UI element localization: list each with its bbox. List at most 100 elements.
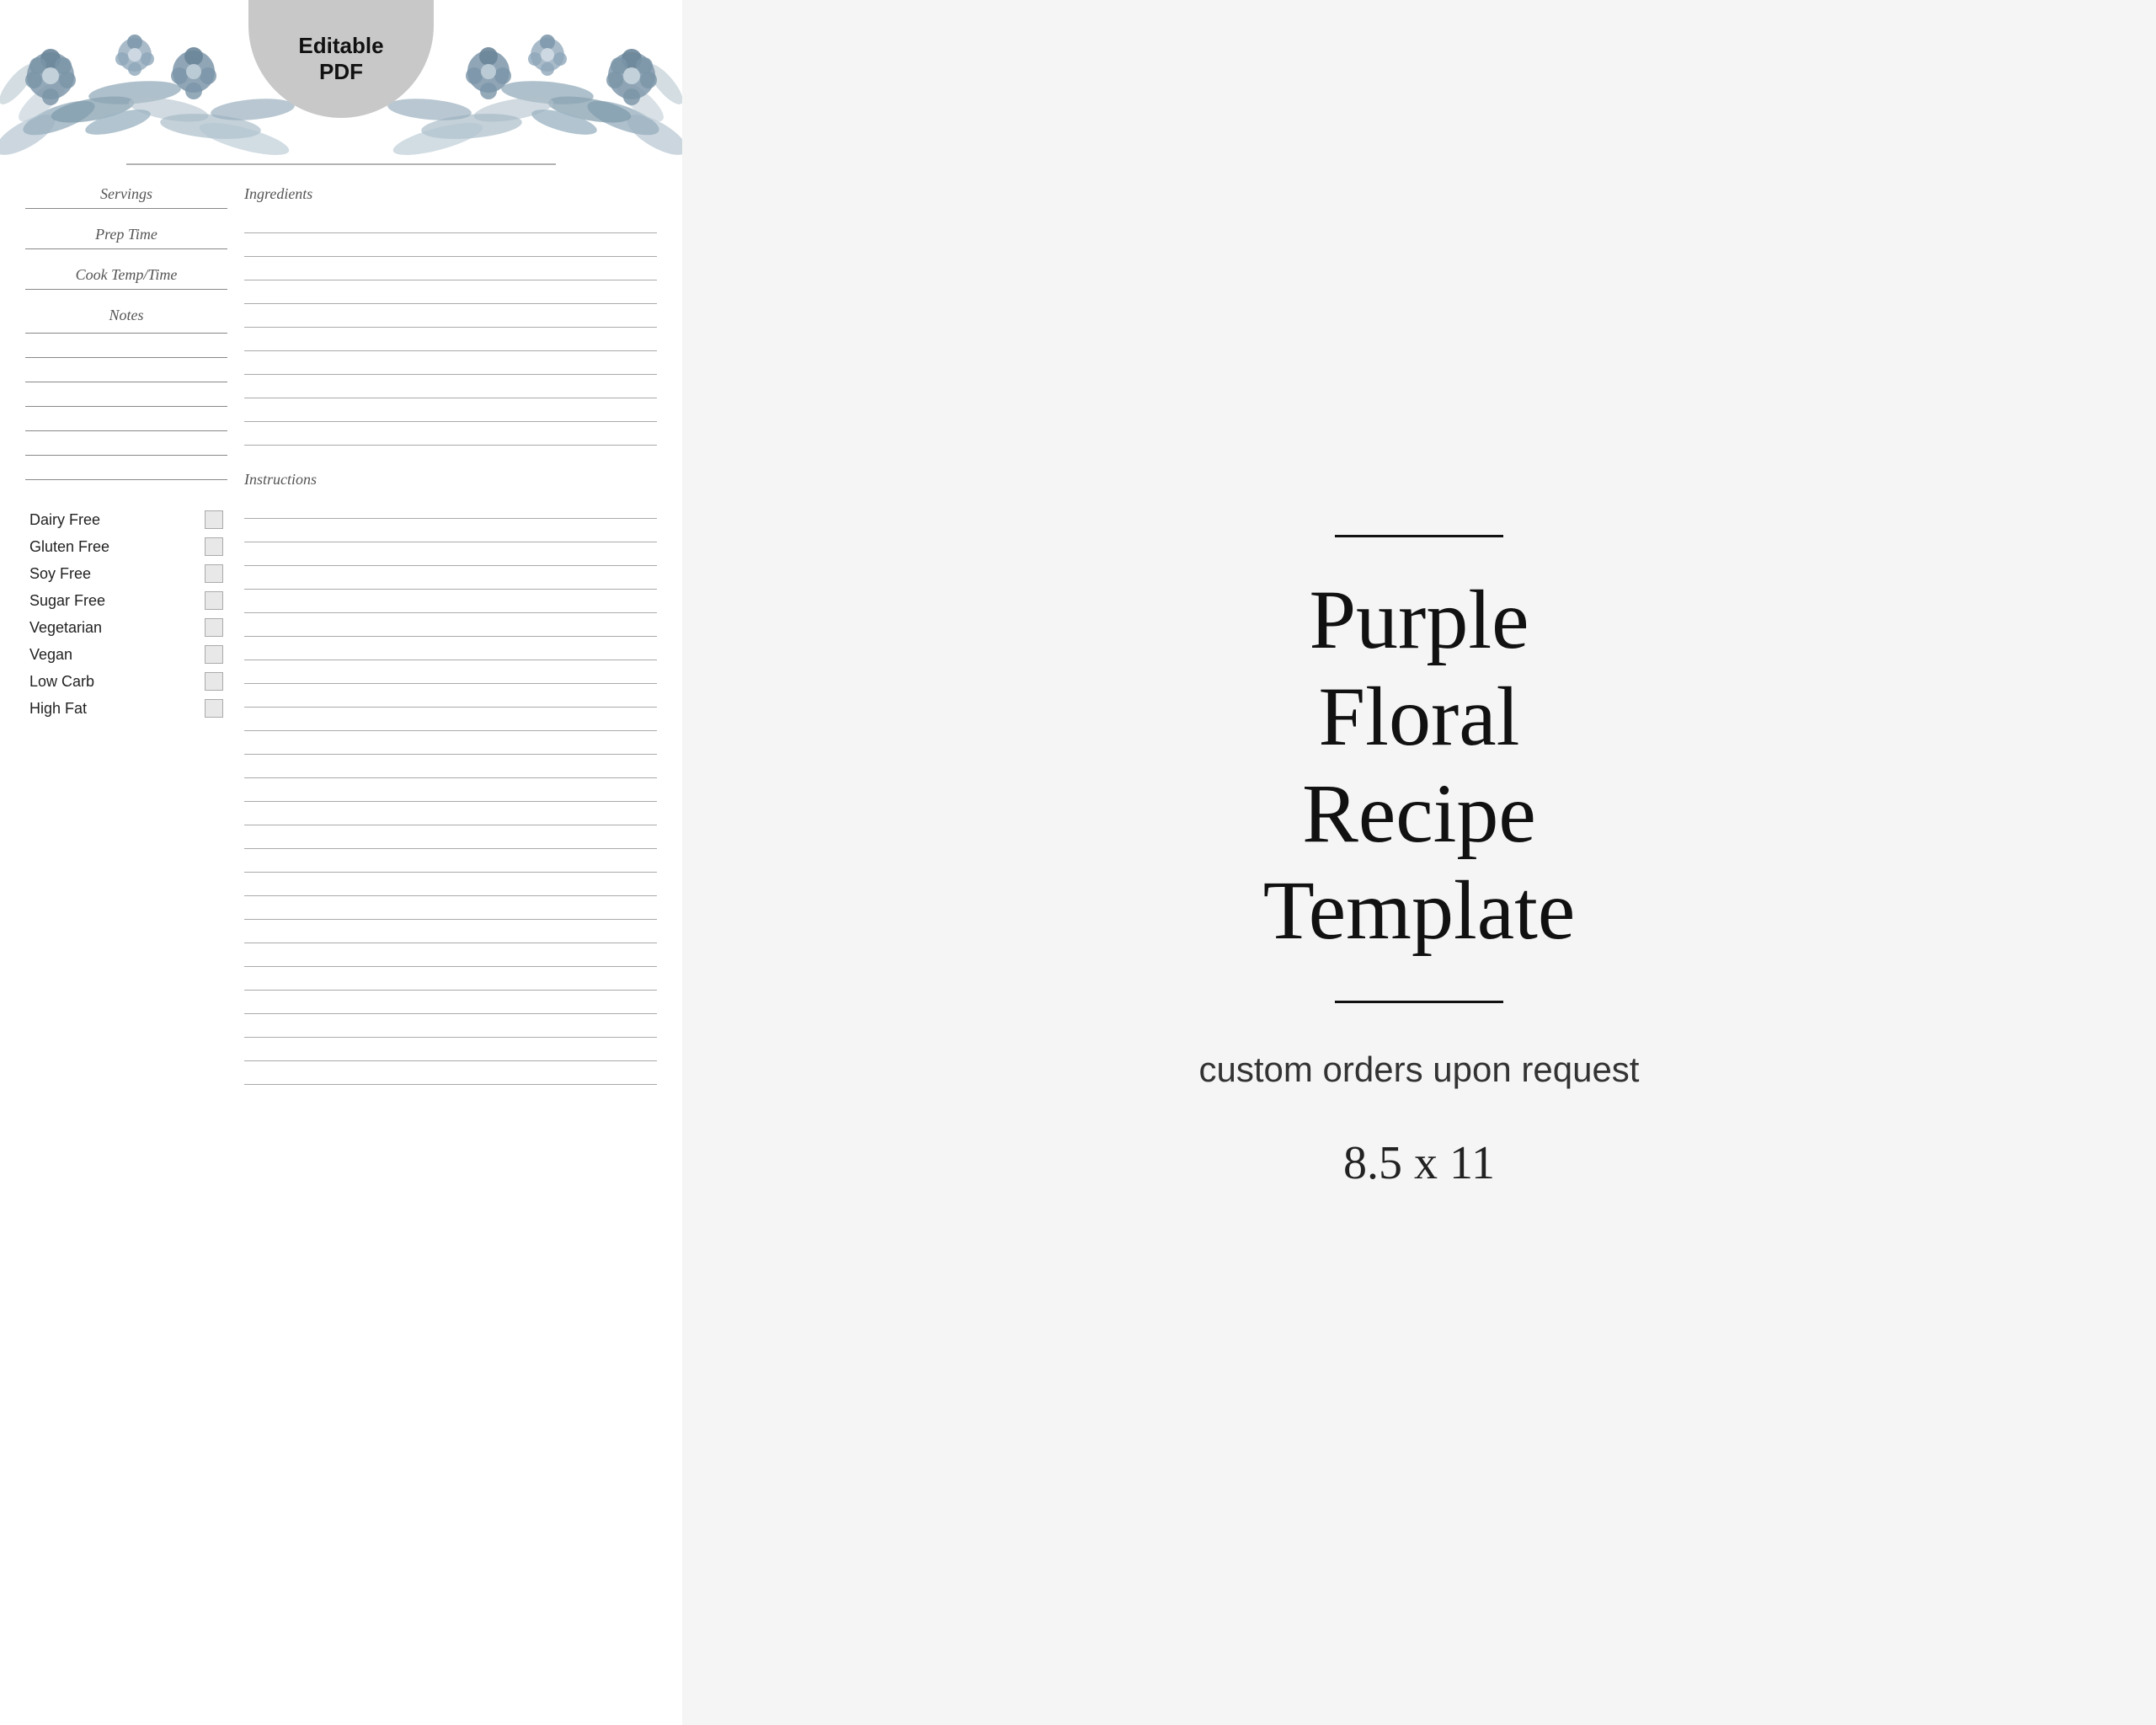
dietary-gluten-free: Gluten Free (29, 537, 223, 556)
dietary-vegan: Vegan (29, 645, 223, 664)
notes-line-5 (25, 430, 227, 431)
notes-label: Notes (25, 307, 227, 324)
prep-time-line (25, 248, 227, 249)
dietary-low-carb: Low Carb (29, 672, 223, 691)
instruction-line-7 (244, 637, 657, 660)
panel-top-line (1335, 535, 1503, 537)
instruction-line-14 (244, 802, 657, 825)
ingredients-lines (244, 210, 657, 446)
dietary-dairy-free: Dairy Free (29, 510, 223, 529)
right-column: Ingredients Instructions (244, 185, 657, 1110)
instruction-line-1 (244, 495, 657, 519)
instruction-line-22 (244, 991, 657, 1014)
instruction-line-13 (244, 778, 657, 802)
high-fat-label: High Fat (29, 700, 87, 718)
title-line2: Floral (1263, 668, 1576, 765)
instruction-line-21 (244, 967, 657, 991)
ingredient-line-10 (244, 422, 657, 446)
left-column: Servings Prep Time Cook Temp/Time Notes (25, 185, 227, 1110)
servings-label: Servings (25, 185, 227, 203)
recipe-card: Servings Prep Time Cook Temp/Time Notes (0, 0, 682, 1725)
editable-badge: Editable PDF (248, 0, 434, 118)
gluten-free-label: Gluten Free (29, 538, 109, 556)
instruction-line-23 (244, 1014, 657, 1038)
soy-free-label: Soy Free (29, 565, 91, 583)
vegan-checkbox[interactable] (205, 645, 223, 664)
notes-section: Notes (25, 307, 227, 485)
cook-temp-line (25, 289, 227, 290)
dairy-free-checkbox[interactable] (205, 510, 223, 529)
instruction-line-8 (244, 660, 657, 684)
notes-line-7 (25, 479, 227, 480)
instruction-line-15 (244, 825, 657, 849)
title-line1: Purple (1263, 571, 1576, 668)
notes-line-6 (25, 455, 227, 456)
instruction-line-16 (244, 849, 657, 873)
instruction-line-12 (244, 755, 657, 778)
notes-line-2 (25, 357, 227, 358)
ingredient-line-2 (244, 233, 657, 257)
instruction-line-5 (244, 590, 657, 613)
instruction-line-24 (244, 1038, 657, 1061)
servings-line (25, 208, 227, 209)
notes-line-4 (25, 406, 227, 407)
panel-divider (1335, 1001, 1503, 1003)
dietary-high-fat: High Fat (29, 699, 223, 718)
cook-temp-section: Cook Temp/Time (25, 266, 227, 290)
ingredient-line-3 (244, 257, 657, 280)
dietary-sugar-free: Sugar Free (29, 591, 223, 610)
ingredient-line-6 (244, 328, 657, 351)
title-line3: Recipe (1263, 765, 1576, 862)
notes-line-1 (25, 333, 227, 334)
badge-line1: Editable (298, 33, 383, 59)
gluten-free-checkbox[interactable] (205, 537, 223, 556)
panel-size: 8.5 x 11 (1343, 1136, 1495, 1190)
prep-time-section: Prep Time (25, 226, 227, 249)
instruction-line-3 (244, 542, 657, 566)
instructions-lines (244, 495, 657, 1085)
ingredient-line-9 (244, 398, 657, 422)
instruction-line-11 (244, 731, 657, 755)
ingredient-line-1 (244, 210, 657, 233)
badge-line2: PDF (319, 59, 363, 85)
instructions-label: Instructions (244, 471, 657, 489)
panel-title: Purple Floral Recipe Template (1263, 571, 1576, 959)
instruction-line-6 (244, 613, 657, 637)
instructions-section: Instructions (244, 471, 657, 1085)
ingredients-section: Ingredients (244, 185, 657, 446)
ingredient-line-5 (244, 304, 657, 328)
soy-free-checkbox[interactable] (205, 564, 223, 583)
recipe-body: Servings Prep Time Cook Temp/Time Notes (0, 168, 682, 1127)
vegetarian-checkbox[interactable] (205, 618, 223, 637)
instruction-line-9 (244, 684, 657, 708)
instruction-line-10 (244, 708, 657, 731)
dietary-vegetarian: Vegetarian (29, 618, 223, 637)
vegan-label: Vegan (29, 646, 72, 664)
title-line4: Template (1263, 862, 1576, 959)
sugar-free-label: Sugar Free (29, 592, 105, 610)
ingredient-line-4 (244, 280, 657, 304)
high-fat-checkbox[interactable] (205, 699, 223, 718)
dairy-free-label: Dairy Free (29, 511, 100, 529)
ingredients-label: Ingredients (244, 185, 657, 203)
instruction-line-19 (244, 920, 657, 943)
vegetarian-label: Vegetarian (29, 619, 102, 637)
instruction-line-20 (244, 943, 657, 967)
instruction-line-18 (244, 896, 657, 920)
instruction-line-17 (244, 873, 657, 896)
low-carb-checkbox[interactable] (205, 672, 223, 691)
text-panel: Purple Floral Recipe Template custom ord… (682, 0, 2156, 1725)
servings-section: Servings (25, 185, 227, 209)
dietary-section: Dairy Free Gluten Free Soy Free Sugar Fr… (25, 510, 227, 718)
instruction-line-4 (244, 566, 657, 590)
instruction-line-2 (244, 519, 657, 542)
instruction-line-25 (244, 1061, 657, 1085)
prep-time-label: Prep Time (25, 226, 227, 243)
notes-lines (25, 333, 227, 485)
panel-subtitle: custom orders upon request (1199, 1045, 1640, 1095)
ingredient-line-8 (244, 375, 657, 398)
sugar-free-checkbox[interactable] (205, 591, 223, 610)
low-carb-label: Low Carb (29, 673, 94, 691)
ingredient-line-7 (244, 351, 657, 375)
dietary-soy-free: Soy Free (29, 564, 223, 583)
